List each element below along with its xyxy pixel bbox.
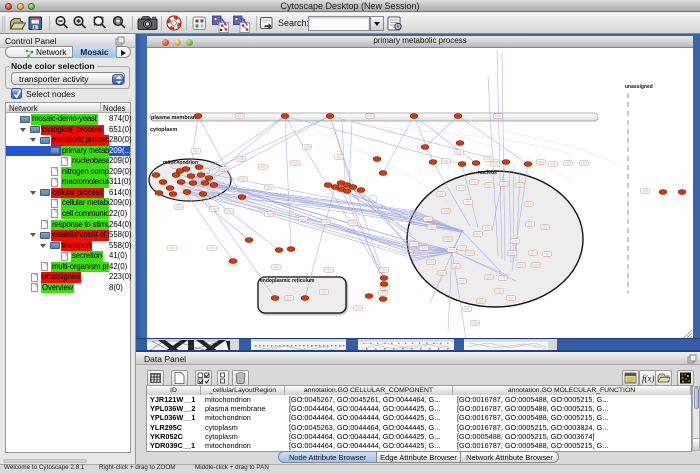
- svg-text:plasma membrane: plasma membrane: [151, 115, 199, 121]
- svg-text:nucleus: nucleus: [478, 170, 497, 176]
- svg-text:cytoplasm: cytoplasm: [150, 127, 177, 133]
- svg-text:f(x): f(x): [642, 374, 655, 384]
- svg-text:unassigned: unassigned: [625, 84, 653, 90]
- svg-text:endoplasmic reticulum: endoplasmic reticulum: [260, 278, 315, 284]
